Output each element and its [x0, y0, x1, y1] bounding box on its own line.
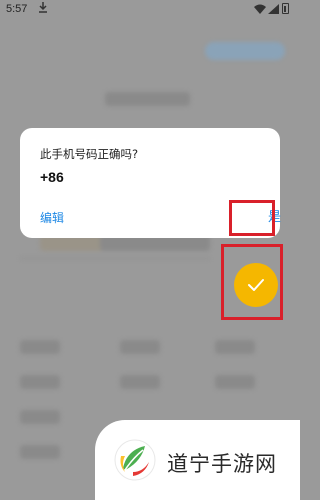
highlight-yes-button: [229, 200, 275, 236]
bg-divider: [20, 258, 210, 259]
bg-key: [20, 410, 60, 424]
phone-number-prefix: +86: [40, 169, 64, 185]
download-icon: [38, 1, 48, 16]
bg-button: [205, 42, 285, 60]
leaf-logo-icon: [114, 439, 156, 481]
status-bar: 5:57: [0, 0, 300, 20]
status-icons: [254, 3, 294, 15]
edit-button[interactable]: 编辑: [40, 209, 64, 226]
status-time: 5:57: [6, 3, 28, 15]
bg-heading: [105, 92, 190, 106]
bg-key: [20, 340, 60, 354]
watermark: 道宁手游网: [95, 420, 300, 500]
bg-key: [120, 375, 160, 389]
battery-icon: [282, 3, 289, 14]
bg-key: [120, 340, 160, 354]
bg-key: [215, 340, 255, 354]
bg-key: [20, 375, 60, 389]
confirm-fab[interactable]: [234, 263, 278, 307]
wifi-icon: [254, 4, 266, 17]
bg-key: [20, 445, 60, 459]
signal-icon: [268, 4, 279, 17]
dialog-title: 此手机号码正确吗?: [40, 147, 139, 161]
bg-key: [215, 375, 255, 389]
watermark-text: 道宁手游网: [167, 452, 277, 476]
checkmark-icon: [248, 279, 264, 291]
